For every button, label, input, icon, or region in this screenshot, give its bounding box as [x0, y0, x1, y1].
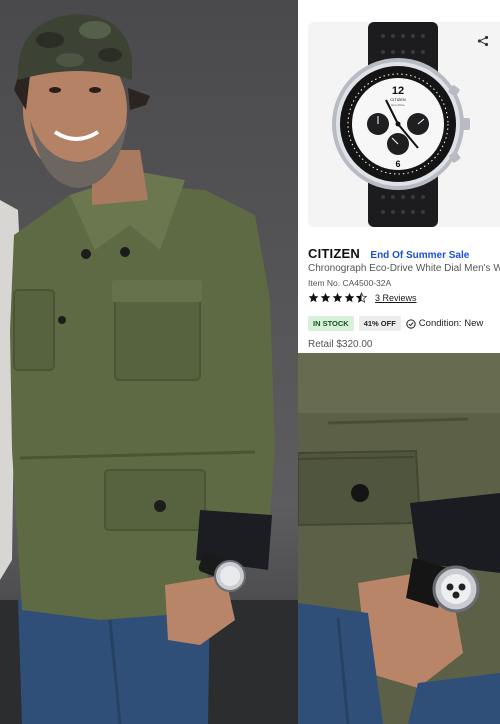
share-icon — [477, 35, 489, 47]
product-card: 12 CITIZEN Eco-Drive 6 CITIZEN End Of Su… — [298, 0, 500, 353]
promo-label[interactable]: End Of Summer Sale — [370, 250, 469, 261]
brand-name[interactable]: CITIZEN — [308, 246, 360, 261]
svg-text:12: 12 — [392, 85, 404, 97]
star-icon — [320, 292, 331, 303]
rating-row: 3 Reviews — [308, 292, 417, 303]
watch-closeup-photo — [298, 353, 500, 724]
watch-product-image: 12 CITIZEN Eco-Drive 6 — [332, 22, 470, 227]
share-button[interactable] — [472, 30, 494, 52]
discount-badge: 41% OFF — [358, 316, 401, 331]
check-circle-icon — [406, 318, 416, 329]
product-title-row: CITIZEN End Of Summer Sale — [308, 245, 469, 263]
product-name[interactable]: Chronograph Eco-Drive White Dial Men's W… — [308, 263, 500, 274]
star-half-icon — [356, 292, 367, 303]
watch-brand-text: CITIZEN — [390, 97, 406, 102]
star-rating — [308, 292, 367, 303]
closeup-illustration — [298, 353, 500, 724]
condition-label: Condition: New — [406, 318, 483, 329]
product-image[interactable]: 12 CITIZEN Eco-Drive 6 — [308, 22, 500, 227]
watch-sub-text: Eco-Drive — [391, 103, 405, 107]
man-illustration — [0, 14, 298, 724]
badge-row: IN STOCK 41% OFF Condition: New — [308, 316, 483, 331]
item-number: Item No. CA4500-32A — [308, 278, 392, 288]
svg-text:6: 6 — [395, 159, 400, 169]
reviews-link[interactable]: 3 Reviews — [375, 293, 417, 303]
star-icon — [332, 292, 343, 303]
condition-text: Condition: New — [418, 318, 484, 329]
man-in-jacket-photo — [0, 0, 298, 724]
star-icon — [344, 292, 355, 303]
star-icon — [308, 292, 319, 303]
in-stock-badge: IN STOCK — [308, 316, 354, 331]
retail-price: Retail $320.00 — [308, 339, 373, 350]
